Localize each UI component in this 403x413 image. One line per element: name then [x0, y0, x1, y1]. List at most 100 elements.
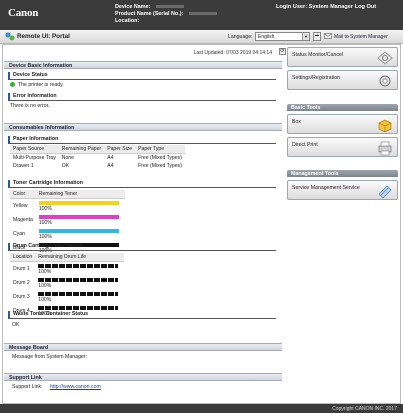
logout-link[interactable]: Log Out: [355, 4, 376, 10]
login-user: Login User: System Manager: [276, 4, 354, 10]
language-label: Language:: [228, 34, 253, 40]
language-apply-button[interactable]: ➡: [313, 32, 321, 41]
message-board-text: Message from System Manager:: [12, 354, 87, 360]
column-header: Remaining Paper: [58, 145, 105, 154]
table-row: Drum 1 100%: [10, 262, 124, 277]
toner-info-title: Toner Cartridge Information: [8, 180, 276, 188]
box-button[interactable]: Box: [287, 114, 398, 134]
toner-percent: 100%: [38, 206, 52, 212]
device-status-row: The printer is ready.: [10, 82, 64, 88]
message-board-header: Message Board: [4, 343, 282, 351]
status-monitor-button[interactable]: Status Monitor/Cancel: [287, 47, 398, 67]
support-link-header: Support Link: [4, 373, 282, 381]
device-status-text: The printer is ready.: [18, 82, 64, 88]
title-bar: Remote UI: Portal Language: English ▼ ➡ …: [0, 30, 403, 44]
column-header: Paper Size: [104, 145, 136, 154]
toner-level-bar: [38, 200, 119, 205]
waste-toner-title: Waste Toner Container Status: [8, 311, 276, 319]
table-row: Multi-Purpose Tray None A4 Free (Mixed T…: [10, 154, 185, 163]
table-row: Yellow 100%: [10, 199, 125, 214]
basic-tools-header: Basic Tools: [287, 104, 398, 111]
direct-print-label: Direct Print: [292, 142, 318, 148]
table-row: Cyan 100%: [10, 227, 125, 241]
toner-level-bar: [38, 214, 119, 219]
portal-icon: [5, 32, 15, 41]
error-info-text: There is no error.: [10, 103, 50, 109]
box-icon: [378, 119, 392, 133]
support-link-label: Support Link:: [12, 384, 43, 390]
service-management-label: Service Management Service: [292, 185, 360, 191]
table-header-row: Location Remaining Drum Life: [10, 253, 125, 262]
printer-icon: [378, 141, 392, 156]
table-row: Drum 3 100%: [10, 290, 124, 304]
drum-level-bar: [38, 305, 119, 310]
column-header: Remaining Drum Life: [35, 253, 125, 262]
toner-percent: 100%: [38, 234, 52, 240]
toner-percent: 100%: [38, 220, 52, 226]
support-link-row: Support Link: http://www.canon.com: [12, 384, 101, 390]
table-cell: A4: [107, 163, 114, 169]
product-name-value: [189, 12, 218, 16]
gear-icon: [379, 75, 391, 87]
top-header: Canon Device Name: Product Name (Serial …: [0, 0, 403, 30]
device-basic-info-header: Device Basic Information: [4, 61, 282, 69]
table-cell: A4: [107, 155, 114, 161]
drum-level-cell: 100%: [35, 262, 124, 277]
table-row: Drum 2 100%: [10, 276, 124, 290]
drum-name: Drum 3: [13, 294, 30, 300]
toner-color-name: Magenta: [13, 217, 33, 223]
management-tools-header: Management Tools: [287, 170, 398, 177]
toner-level-cell: 100%: [36, 199, 125, 214]
settings-registration-button[interactable]: Settings/Registration: [287, 70, 398, 90]
direct-print-button[interactable]: Direct Print: [287, 137, 398, 157]
drum-info-title: Drum Cartridge Information: [8, 243, 276, 251]
status-monitor-icon: [377, 51, 393, 65]
device-name-value: [156, 5, 185, 9]
mail-to-manager-link[interactable]: Mail to System Manager: [334, 34, 388, 40]
device-name-label: Device Name:: [115, 4, 151, 10]
canon-logo: Canon: [8, 7, 39, 19]
column-header: Color: [10, 190, 36, 199]
language-value: English: [258, 34, 275, 40]
last-updated: Last Updated: 07/03 2019 04:14:14: [193, 50, 272, 56]
location-label: Location:: [115, 18, 140, 24]
toner-level-bar: [38, 228, 119, 233]
waste-toner-status: OK: [12, 322, 20, 328]
support-link[interactable]: http://www.canon.com: [50, 384, 101, 390]
service-management-button[interactable]: Service Management Service: [287, 180, 398, 200]
login-info: Login User: System Manager Log Out: [276, 4, 376, 10]
drum-percent: 100%: [38, 283, 52, 289]
drum-level-bar: [38, 263, 119, 268]
table-header-row: Paper Source Remaining Paper Paper Size …: [10, 145, 185, 154]
table-cell: None: [61, 155, 74, 161]
table-cell: Multi-Purpose Tray: [13, 155, 56, 161]
column-header: Paper Source: [10, 145, 59, 154]
service-management-icon: [378, 185, 392, 199]
column-header: Location: [10, 253, 36, 262]
drum-name: Drum 2: [13, 280, 30, 286]
drum-level-bar: [38, 291, 119, 296]
language-select[interactable]: English ▼: [255, 32, 310, 41]
drum-table: Location Remaining Drum Life Drum 1 100% D…: [10, 253, 125, 318]
table-header-row: Color Remaining Toner: [10, 190, 125, 199]
error-info-title: Error Information: [8, 93, 276, 101]
paper-info-title: Paper Information: [8, 136, 276, 144]
status-ok-icon: [10, 82, 15, 87]
paper-table: Paper Source Remaining Paper Paper Size …: [10, 145, 185, 170]
device-status-title: Device Status: [8, 72, 276, 80]
chevron-down-icon: ▼: [302, 33, 309, 40]
consumables-header: Consumables Information: [4, 123, 282, 131]
drum-level-bar: [38, 277, 119, 282]
toner-color-name: Cyan: [13, 231, 25, 237]
toner-color-name: Yellow: [13, 203, 28, 209]
settings-registration-label: Settings/Registration: [292, 75, 340, 81]
toner-level-cell: 100%: [36, 227, 125, 241]
copyright: Copyright CANON INC. 2017: [332, 406, 397, 412]
refresh-button[interactable]: ⟳: [279, 48, 286, 55]
table-cell: Free (Mixed Types): [138, 163, 182, 169]
footer: Copyright CANON INC. 2017: [0, 404, 403, 413]
mail-icon: [324, 33, 332, 39]
column-header: Paper Type: [135, 145, 185, 154]
drum-name: Drum 1: [13, 266, 30, 272]
drum-level-cell: 100%: [35, 290, 124, 304]
